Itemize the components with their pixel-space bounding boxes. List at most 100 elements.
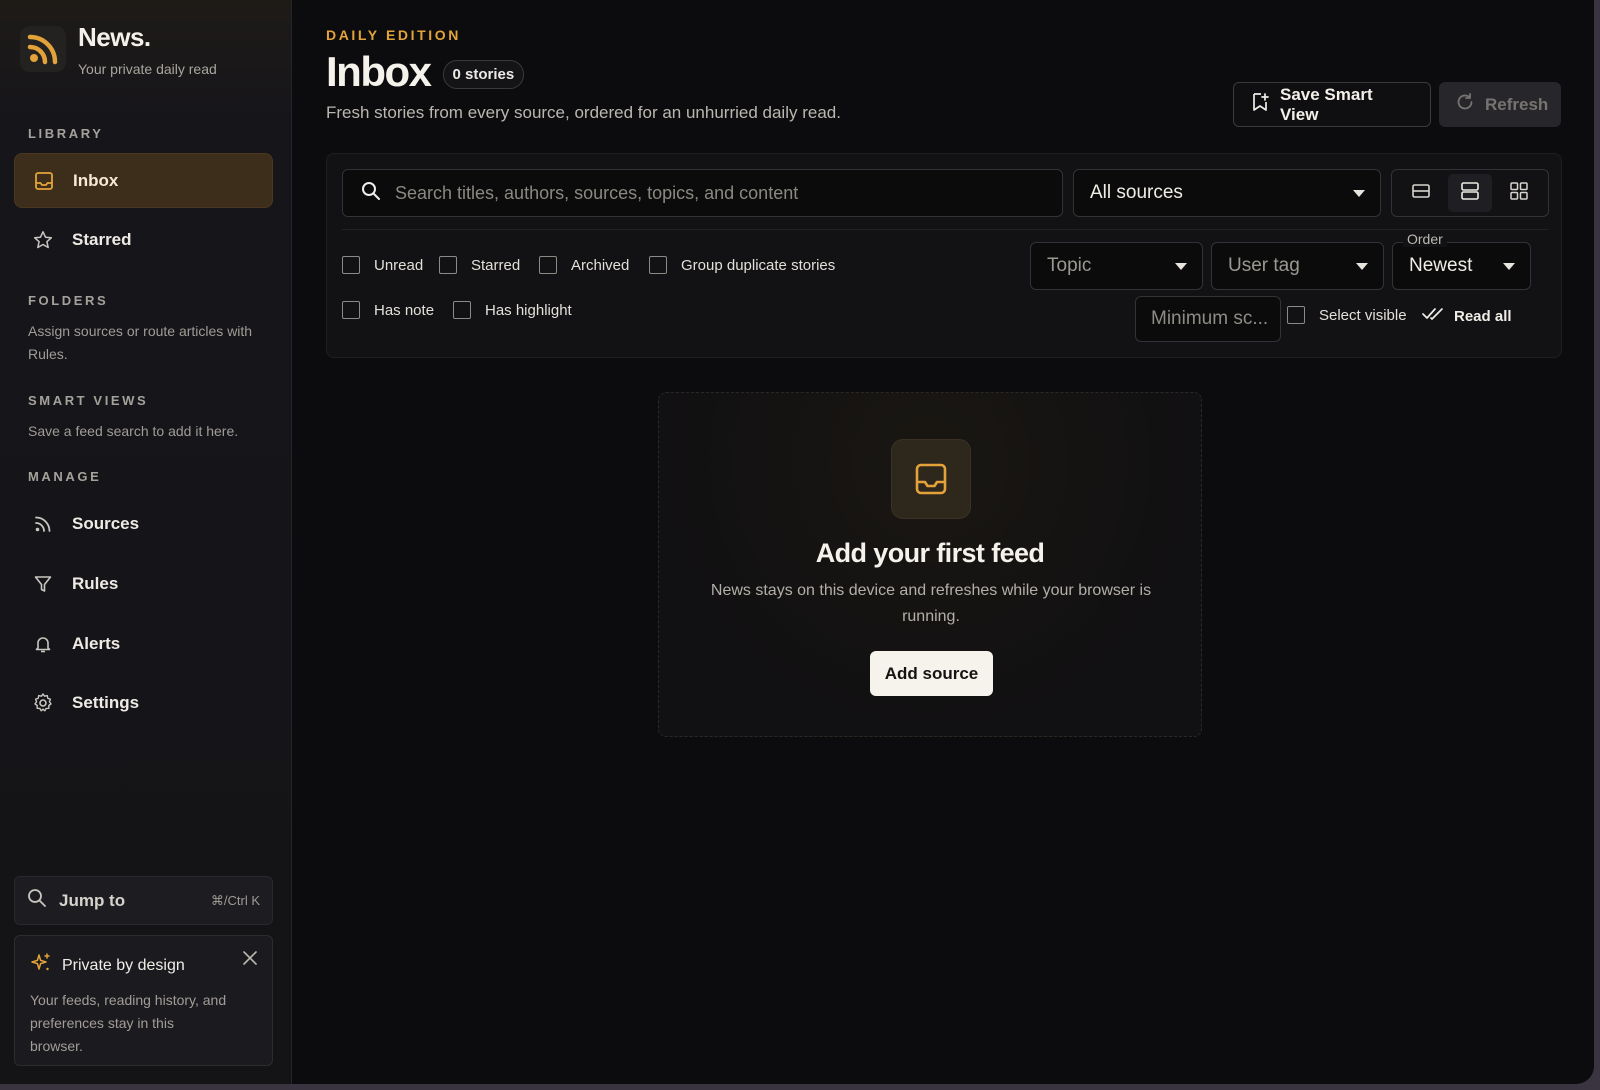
has-highlight-checkbox[interactable]: Has highlight [453, 301, 572, 319]
story-count-badge: 0 stories [442, 59, 525, 89]
sources-select-value: All sources [1090, 182, 1183, 203]
page-title: Inbox [326, 48, 432, 95]
sidebar-item-label: Settings [72, 692, 140, 712]
search-icon [27, 888, 47, 913]
save-smart-view-button[interactable]: Save Smart View [1233, 82, 1431, 127]
save-smart-view-label: Save Smart View [1280, 84, 1373, 124]
caret-down-icon [1353, 190, 1365, 197]
refresh-label: Refresh [1485, 94, 1549, 114]
caret-down-icon [1175, 263, 1187, 270]
refresh-icon [1455, 92, 1475, 117]
manage-label: MANAGE [28, 469, 102, 484]
checkbox-box[interactable] [1287, 306, 1305, 324]
page-subtitle: Fresh stories from every source, ordered… [326, 103, 841, 122]
brand-tagline: Your private daily read [78, 61, 217, 77]
checkbox-label: Archived [571, 256, 630, 274]
gear-icon [32, 692, 54, 714]
folders-hint: Assign sources or route articles with Ru… [28, 323, 253, 362]
empty-state: Add your first feed News stays on this d… [658, 392, 1202, 737]
jump-to-button[interactable]: Jump to ⌘/Ctrl K [14, 876, 273, 925]
has-note-checkbox[interactable]: Has note [342, 301, 434, 319]
jump-to-label: Jump to [59, 890, 126, 910]
sparkle-icon [30, 952, 52, 979]
panel-divider [342, 229, 1548, 230]
user-tag-select-value: User tag [1228, 255, 1300, 276]
sidebar-item-label: Starred [72, 229, 132, 249]
search-icon [361, 181, 381, 206]
user-tag-select[interactable]: User tag [1211, 242, 1384, 290]
main-content: DAILY EDITION Inbox 0 stories Fresh stor… [292, 0, 1594, 1084]
close-icon[interactable] [242, 950, 258, 971]
star-icon [32, 229, 54, 251]
search-field[interactable] [342, 169, 1063, 217]
jump-to-shortcut: ⌘/Ctrl K [210, 892, 260, 908]
caret-down-icon [1356, 263, 1368, 270]
library-label: LIBRARY [28, 126, 104, 141]
checkbox-label: Has highlight [485, 301, 572, 319]
sidebar-item-label: Rules [72, 573, 119, 593]
unread-checkbox[interactable]: Unread [342, 256, 423, 274]
read-all-button[interactable]: Read all [1422, 306, 1512, 326]
search-input[interactable] [395, 182, 1035, 204]
order-select[interactable]: Newest [1392, 242, 1531, 290]
bookmark-plus-icon [1250, 92, 1270, 117]
group-duplicates-checkbox[interactable]: Group duplicate stories [649, 256, 835, 274]
empty-state-title: Add your first feed [815, 538, 1045, 568]
checkbox-box[interactable] [439, 256, 457, 274]
double-check-icon [1422, 306, 1444, 326]
sidebar-item-label: Sources [72, 513, 140, 533]
refresh-button[interactable]: Refresh [1439, 82, 1561, 127]
compact-view-icon [1411, 181, 1431, 206]
select-visible-checkbox[interactable]: Select visible [1287, 306, 1407, 324]
sources-select[interactable]: All sources [1073, 169, 1381, 217]
checkbox-box[interactable] [649, 256, 667, 274]
checkbox-label: Group duplicate stories [681, 256, 836, 274]
checkbox-label: Has note [374, 301, 435, 319]
rss-icon [32, 513, 54, 535]
sidebar-item-sources[interactable]: Sources [14, 496, 273, 551]
sidebar-item-settings[interactable]: Settings [14, 675, 273, 730]
read-all-label: Read all [1454, 307, 1512, 325]
checkbox-label: Starred [471, 256, 521, 274]
checkbox-box[interactable] [539, 256, 557, 274]
checkbox-label: Select visible [1319, 306, 1407, 324]
sidebar-item-inbox[interactable]: Inbox [14, 153, 273, 208]
smart-views-label: SMART VIEWS [28, 393, 149, 408]
order-label: Order [1403, 231, 1447, 247]
compact-view-button[interactable] [1399, 174, 1443, 212]
rss-logo-icon [20, 26, 66, 72]
minimum-score-input[interactable] [1135, 296, 1281, 342]
page-eyebrow: DAILY EDITION [326, 27, 461, 43]
list-view-icon [1460, 181, 1480, 206]
sidebar: News. Your private daily read LIBRARY In… [0, 0, 292, 1084]
sidebar-item-label: Inbox [73, 170, 119, 190]
checkbox-box[interactable] [342, 301, 360, 319]
filter-panel: All sources [326, 153, 1562, 358]
grid-view-button[interactable] [1497, 174, 1541, 212]
order-select-value: Newest [1409, 255, 1473, 276]
caret-down-icon [1503, 263, 1515, 270]
folders-label: FOLDERS [28, 293, 109, 308]
brand[interactable]: News. Your private daily read [20, 22, 217, 77]
app-window: News. Your private daily read LIBRARY In… [0, 0, 1594, 1084]
list-view-button[interactable] [1447, 174, 1492, 212]
checkbox-box[interactable] [453, 301, 471, 319]
inbox-icon [33, 170, 55, 192]
topic-select[interactable]: Topic [1030, 242, 1203, 290]
private-notice-body: Your feeds, reading history, and prefere… [30, 992, 227, 1054]
archived-checkbox[interactable]: Archived [539, 256, 629, 274]
add-source-button[interactable]: Add source [870, 651, 993, 696]
bell-icon [32, 633, 54, 655]
sidebar-item-alerts[interactable]: Alerts [14, 616, 273, 671]
filter-icon [32, 573, 54, 595]
topic-select-value: Topic [1047, 255, 1092, 276]
starred-checkbox[interactable]: Starred [439, 256, 520, 274]
private-notice-title: Private by design [62, 956, 185, 974]
smart-views-hint: Save a feed search to add it here. [28, 423, 239, 439]
inbox-icon [891, 439, 971, 519]
checkbox-box[interactable] [342, 256, 360, 274]
sidebar-item-starred[interactable]: Starred [14, 212, 273, 267]
brand-name: News. [78, 22, 151, 52]
sidebar-item-rules[interactable]: Rules [14, 556, 273, 611]
view-mode-toggle [1391, 169, 1549, 217]
